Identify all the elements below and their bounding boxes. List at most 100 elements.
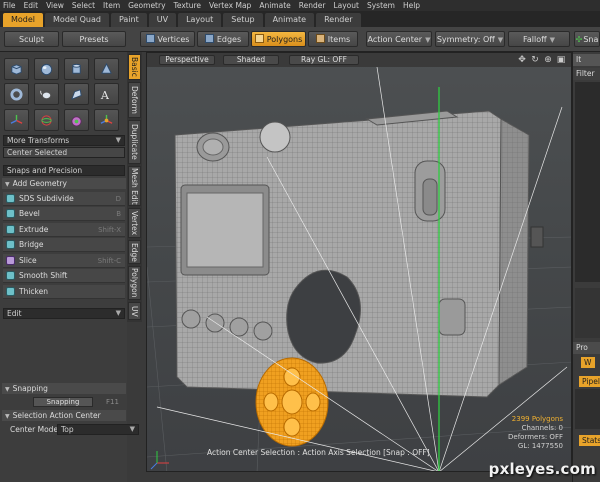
vertices-button[interactable]: Vertices [140, 31, 195, 47]
snaps-precision-dropdown[interactable]: Snaps and Precision [3, 165, 125, 176]
menu-texture[interactable]: Texture [174, 1, 201, 10]
tab-model[interactable]: Model [3, 13, 44, 27]
vtab-polygon[interactable]: Polygon [128, 266, 141, 300]
w-button[interactable]: W [581, 357, 595, 368]
vtab-duplicate[interactable]: Duplicate [128, 120, 141, 164]
vtab-uv[interactable]: UV [128, 302, 141, 320]
polygons-button[interactable]: Polygons [251, 31, 306, 47]
menu-animate[interactable]: Animate [259, 1, 290, 10]
pan-icon[interactable]: ✥ [517, 55, 527, 65]
menu-view[interactable]: View [46, 1, 64, 10]
menu-geometry[interactable]: Geometry [128, 1, 165, 10]
polygon-count: 2399 Polygons [511, 415, 563, 423]
pen-tool-button[interactable] [64, 83, 89, 105]
strap-lug [530, 226, 544, 248]
chevron-down-icon: ▼ [129, 425, 135, 433]
menu-layout[interactable]: Layout [333, 1, 359, 10]
menu-vertex-map[interactable]: Vertex Map [209, 1, 251, 10]
primitive-row-1 [4, 58, 119, 80]
tool-bridge[interactable]: Bridge [3, 238, 125, 252]
menu-select[interactable]: Select [72, 1, 95, 10]
item-list[interactable] [575, 82, 600, 282]
collapse-triangle-icon: ▼ [5, 386, 10, 393]
selection-action-center-section[interactable]: ▼ Selection Action Center [2, 410, 126, 421]
item-list-lower[interactable] [575, 288, 600, 338]
ray-gl-toggle[interactable]: Ray GL: OFF [289, 55, 359, 65]
more-transforms-dropdown[interactable]: More Transforms ▼ [3, 135, 125, 146]
teapot-primitive-button[interactable] [34, 83, 59, 105]
tool-sds-subdivide[interactable]: SDS Subdivide D [3, 192, 125, 206]
menu-help[interactable]: Help [403, 1, 420, 10]
channels-count: Channels: 0 [521, 424, 563, 432]
torus-primitive-button[interactable] [4, 83, 29, 105]
tab-model-quad[interactable]: Model Quad [45, 13, 109, 27]
site-watermark: pxleyes.com [488, 460, 596, 478]
zoom-icon[interactable]: ⊕ [543, 55, 553, 65]
symmetry-dropdown[interactable]: Symmetry: Off ▼ [435, 31, 505, 47]
pipeline-grid[interactable] [575, 389, 600, 429]
tool-bevel[interactable]: Bevel B [3, 207, 125, 221]
tab-setup[interactable]: Setup [223, 13, 263, 27]
tab-uv[interactable]: UV [148, 13, 177, 27]
sculpt-button[interactable]: Sculpt [4, 31, 59, 47]
shaded-dropdown[interactable]: Shaded [223, 55, 279, 65]
center-mode-dropdown[interactable]: Top ▼ [57, 424, 139, 435]
snapping-shortcut: F11 [106, 398, 119, 406]
snapping-toggle-button[interactable]: Snapping [33, 397, 93, 407]
pipeline-tab[interactable]: Pipeli [579, 376, 600, 387]
tool-thicken[interactable]: Thicken [3, 285, 125, 299]
cylinder-primitive-button[interactable] [64, 58, 89, 80]
filter-label[interactable]: Filter [573, 68, 600, 80]
snap-icon: ✣ [575, 35, 583, 44]
edges-button[interactable]: Edges [197, 31, 249, 47]
rotate-view-icon[interactable]: ↻ [530, 55, 540, 65]
perspective-dropdown[interactable]: Perspective [159, 55, 215, 65]
scale-tool-button[interactable] [64, 109, 89, 131]
polygons-icon [254, 34, 264, 43]
center-selected-button[interactable]: Center Selected [3, 147, 125, 158]
cube-primitive-button[interactable] [4, 58, 29, 80]
tab-animate[interactable]: Animate [264, 13, 315, 27]
sphere-primitive-button[interactable] [34, 58, 59, 80]
menu-edit[interactable]: Edit [24, 1, 39, 10]
tab-layout[interactable]: Layout [178, 13, 222, 27]
tab-paint[interactable]: Paint [110, 13, 147, 27]
cone-primitive-button[interactable] [94, 58, 119, 80]
menu-item[interactable]: Item [103, 1, 120, 10]
gl-count: GL: 1477550 [517, 442, 563, 450]
tool-extrude[interactable]: Extrude Shift-X [3, 223, 125, 237]
snap-button[interactable]: ✣Sna [574, 31, 600, 47]
vtab-edge[interactable]: Edge [128, 240, 141, 264]
rotate-icon [41, 114, 52, 126]
vtab-basic[interactable]: Basic [128, 54, 141, 80]
vtab-mesh-edit[interactable]: Mesh Edit [128, 166, 141, 206]
tool-smooth-shift[interactable]: Smooth Shift [3, 269, 125, 283]
menu-file[interactable]: File [3, 1, 16, 10]
edit-dropdown[interactable]: Edit ▼ [3, 308, 125, 319]
move-tool-button[interactable] [4, 109, 29, 131]
transform-icon [100, 114, 113, 124]
vtab-deform[interactable]: Deform [128, 82, 141, 118]
transform-tool-button[interactable] [94, 109, 119, 131]
action-center-dropdown[interactable]: Action Center ▼ [366, 31, 432, 47]
items-button[interactable]: Items [308, 31, 358, 47]
menu-system[interactable]: System [367, 1, 395, 10]
snapping-section[interactable]: ▼ Snapping [2, 383, 126, 394]
properties-tab[interactable]: Pro [573, 342, 600, 354]
collapse-triangle-icon: ▼ [5, 413, 10, 420]
3d-viewport[interactable]: Perspective Shaded Ray GL: OFF ✥ ↻ ⊕ ▣ A… [146, 52, 572, 472]
tool-slice[interactable]: Slice Shift-C [3, 254, 125, 268]
vertices-icon [145, 34, 155, 43]
tab-render[interactable]: Render [316, 13, 361, 27]
vtab-vertex[interactable]: Vertex [128, 208, 141, 238]
stats-tab[interactable]: Stats [579, 435, 600, 446]
maximize-icon[interactable]: ▣ [556, 55, 566, 65]
items-panel-tab[interactable]: It [573, 54, 600, 66]
text-tool-button[interactable]: A [94, 83, 119, 105]
presets-button[interactable]: Presets [62, 31, 126, 47]
add-geometry-section[interactable]: ▼ Add Geometry [2, 178, 126, 189]
extrude-icon [6, 225, 15, 234]
falloff-dropdown[interactable]: Falloff ▼ [508, 31, 570, 47]
rotate-tool-button[interactable] [34, 109, 59, 131]
menu-render[interactable]: Render [299, 1, 326, 10]
